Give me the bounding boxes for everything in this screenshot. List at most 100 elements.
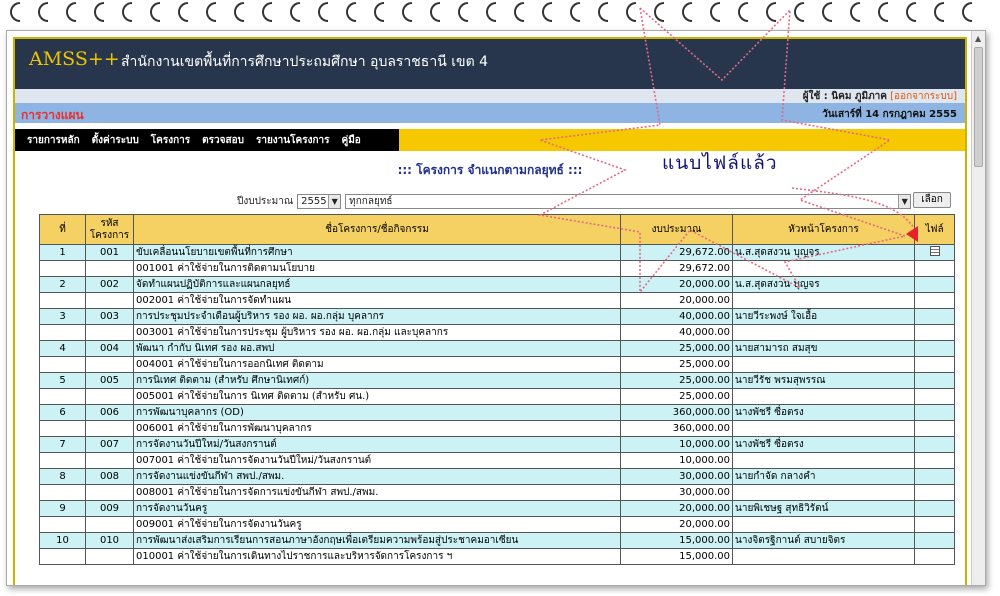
ring-icon — [710, 2, 720, 22]
project-row[interactable]: 4 004 พัฒนา กำกับ นิเทศ รอง ผอ.สพป 25,000.0… — [39, 340, 955, 357]
menu-item-main[interactable]: รายการหลัก — [27, 133, 80, 148]
col-header-budget: งบประมาณ — [620, 214, 733, 245]
logout-link[interactable]: [ออกจากระบบ] — [890, 91, 957, 102]
project-file-cell — [914, 500, 955, 517]
project-row[interactable]: 2 002 จัดทำแผนปฏิบัติการและแผนกลยุทธ์ 20,00… — [39, 276, 955, 293]
menu-item-manual[interactable]: คู่มือ — [342, 133, 361, 148]
ring-icon — [10, 2, 20, 22]
project-head: น.ส.สุดสงวน บุญจร — [732, 276, 915, 293]
menu-item-settings[interactable]: ตั้งค่าระบบ — [92, 133, 139, 148]
module-title: การวางแผน — [21, 108, 84, 122]
activity-name: 008001 ค่าใช้จ่ายในการจัดการแข่งขันกีฬา … — [133, 484, 621, 501]
ring-icon — [682, 2, 692, 22]
menu-items: รายการหลัก ตั้งค่าระบบ โครงการ ตรวจสอบ ร… — [15, 129, 399, 151]
project-name[interactable]: พัฒนา กำกับ นิเทศ รอง ผอ.สพป — [133, 340, 621, 357]
organization-name: สำนักงานเขตพื้นที่การศึกษาประถมศึกษา อุบ… — [121, 54, 489, 70]
empty-cell — [85, 292, 134, 309]
app-logo: AMSS++ — [29, 48, 120, 70]
scroll-up-icon[interactable]: ▲ — [975, 34, 981, 43]
file-icon[interactable] — [929, 246, 940, 256]
project-budget: 20,000.00 — [620, 500, 733, 517]
strategy-select[interactable]: ทุกกลยุทธ์ ▼ — [345, 193, 912, 209]
row-no: 9 — [39, 500, 86, 517]
project-row[interactable]: 5 005 การนิเทศ ติดตาม (สำหรับ ศึกษานิเทศก์… — [39, 372, 955, 389]
vertical-scrollbar[interactable]: ▲ — [971, 31, 985, 585]
menu-item-projects[interactable]: โครงการ — [151, 133, 190, 148]
project-name[interactable]: การนิเทศ ติดตาม (สำหรับ ศึกษานิเทศก์) — [133, 372, 621, 389]
ring-icon — [878, 2, 888, 22]
ring-icon — [906, 2, 916, 22]
project-name[interactable]: ขับเคลื่อนนโยบายเขตพื้นที่การศึกษา — [133, 244, 621, 261]
user-name: ผู้ใช้ : นิคม ภูมิภาค — [802, 91, 887, 102]
project-row[interactable]: 7 007 การจัดงานวันปีใหม่/วันสงกรานต์ 10,000… — [39, 436, 955, 453]
empty-cell — [85, 484, 134, 501]
col-header-name: ชื่อโครงการ/ชื่อกิจกรรม — [133, 214, 621, 245]
empty-cell — [85, 356, 134, 373]
project-file-cell — [914, 244, 955, 261]
project-name[interactable]: การจัดงานวันปีใหม่/วันสงกรานต์ — [133, 436, 621, 453]
activity-row: 002001 ค่าใช้จ่ายในการจัดทำแผน 20,000.00 — [39, 292, 955, 309]
page-title: ::: โครงการ จำแนกตามกลยุทธ์ ::: — [397, 163, 583, 177]
project-head: นายกำจัด กลางคำ — [732, 468, 915, 485]
spiral-binding — [0, 0, 1000, 26]
project-name[interactable]: จัดทำแผนปฏิบัติการและแผนกลยุทธ์ — [133, 276, 621, 293]
project-name[interactable]: การพัฒนาส่งเสริมการเรียนการสอนภาษาอังกฤษ… — [133, 532, 621, 549]
chevron-down-icon[interactable]: ▼ — [898, 194, 911, 208]
project-name[interactable]: การจัดงานวันครู — [133, 500, 621, 517]
empty-cell — [85, 452, 134, 469]
empty-cell — [39, 548, 86, 565]
empty-cell — [39, 260, 86, 277]
project-row[interactable]: 10 010 การพัฒนาส่งเสริมการเรียนการสอนภาษาอ… — [39, 532, 955, 549]
empty-cell — [732, 292, 915, 309]
ring-icon — [598, 2, 608, 22]
empty-cell — [732, 388, 915, 405]
row-no: 4 — [39, 340, 86, 357]
project-head: น.ส.สุดสงวน บุญจร — [732, 244, 915, 261]
ring-icon — [654, 2, 664, 22]
projects-table: ที่ รหัส โครงการ ชื่อโครงการ/ชื่อกิจกรรม… — [39, 214, 955, 565]
empty-cell — [39, 356, 86, 373]
activity-name: 010001 ค่าใช้จ่ายในการเดินทางไปราชการและ… — [133, 548, 621, 565]
ring-icon — [346, 2, 356, 22]
empty-cell — [39, 484, 86, 501]
empty-cell — [732, 324, 915, 341]
menu-item-project-report[interactable]: รายงานโครงการ — [256, 133, 330, 148]
project-name[interactable]: การประชุมประจำเดือนผู้บริหาร รอง ผอ. ผอ.… — [133, 308, 621, 325]
app-frame: AMSS++ สำนักงานเขตพื้นที่การศึกษาประถมศึ… — [13, 37, 967, 585]
fiscal-year-select[interactable]: 2555 ▼ — [297, 193, 342, 209]
col-header-head: หัวหน้าโครงการ — [732, 214, 915, 245]
row-no: 10 — [39, 532, 86, 549]
app-header: AMSS++ สำนักงานเขตพื้นที่การศึกษาประถมศึ… — [15, 39, 965, 89]
project-name[interactable]: การจัดงานแข่งขันกีฬา สพป./สพม. — [133, 468, 621, 485]
row-code: 010 — [85, 532, 134, 549]
project-budget: 25,000.00 — [620, 340, 733, 357]
row-code: 004 — [85, 340, 134, 357]
project-row[interactable]: 1 001 ขับเคลื่อนนโยบายเขตพื้นที่การศึกษา 29… — [39, 244, 955, 261]
project-row[interactable]: 6 006 การพัฒนาบุคลากร (OD) 360,000.00 นางพัช… — [39, 404, 955, 421]
project-row[interactable]: 9 009 การจัดงานวันครู 20,000.00 นายพิเชษฐ สุ… — [39, 500, 955, 517]
select-button[interactable]: เลือก — [913, 192, 951, 208]
empty-cell — [39, 388, 86, 405]
fiscal-year-value: 2555 — [301, 195, 327, 207]
project-row[interactable]: 3 003 การประชุมประจำเดือนผู้บริหาร รอง ผอ.… — [39, 308, 955, 325]
empty-cell — [732, 484, 915, 501]
ring-icon — [38, 2, 48, 22]
project-row[interactable]: 8 008 การจัดงานแข่งขันกีฬา สพป./สพม. 30,000… — [39, 468, 955, 485]
ring-icon — [122, 2, 132, 22]
current-date: วันเสาร์ที่ 14 กรกฎาคม 2555 — [822, 109, 957, 120]
scroll-thumb[interactable] — [974, 47, 983, 167]
row-code: 001 — [85, 244, 134, 261]
empty-cell — [914, 356, 955, 373]
empty-cell — [732, 516, 915, 533]
col-header-code: รหัส โครงการ — [85, 214, 134, 245]
chevron-down-icon[interactable]: ▼ — [328, 194, 341, 208]
ring-icon — [962, 2, 972, 22]
activity-row: 004001 ค่าใช้จ่ายในการออกนิเทศ ติดตาม 25,… — [39, 356, 955, 373]
empty-cell — [914, 516, 955, 533]
project-budget: 20,000.00 — [620, 276, 733, 293]
project-name[interactable]: การพัฒนาบุคลากร (OD) — [133, 404, 621, 421]
ring-icon — [94, 2, 104, 22]
activity-name: 006001 ค่าใช้จ่ายในการพัฒนาบุคลากร — [133, 420, 621, 437]
empty-cell — [914, 388, 955, 405]
menu-item-verify[interactable]: ตรวจสอบ — [202, 133, 244, 148]
